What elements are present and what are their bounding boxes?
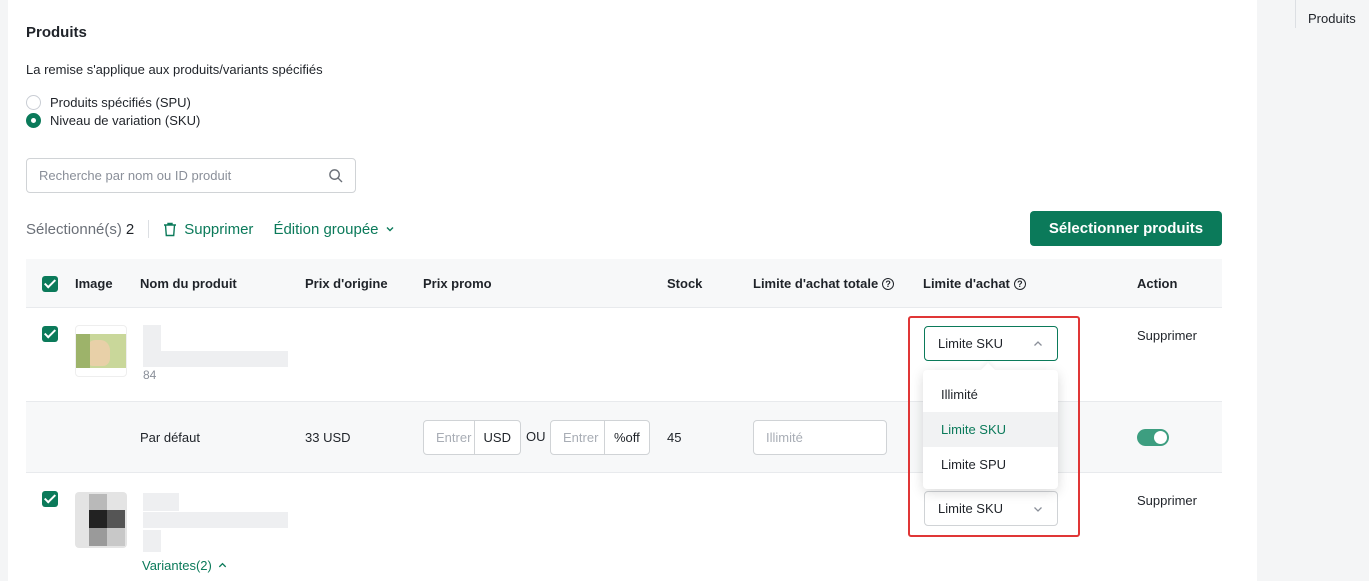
- select-products-button[interactable]: Sélectionner produits: [1030, 211, 1222, 246]
- chevron-up-icon: [218, 562, 227, 568]
- chevron-down-icon: [386, 227, 394, 232]
- radio-spu[interactable]: Produits spécifiés (SPU): [26, 95, 191, 110]
- product-thumbnail: [75, 325, 127, 377]
- table-header: Image Nom du produit Prix d'origine Prix…: [26, 259, 1222, 308]
- col-total-limit: Limite d'achat totale ?: [753, 276, 895, 291]
- col-original-price: Prix d'origine: [305, 276, 388, 291]
- bulk-toolbar: Sélectionné(s) 2 Supprimer Édition group…: [26, 216, 395, 242]
- product-name-redacted: [143, 512, 288, 528]
- radio-spu-label: Produits spécifiés (SPU): [50, 95, 191, 110]
- col-purchase-limit-label: Limite d'achat: [923, 276, 1010, 291]
- col-promo-price: Prix promo: [423, 276, 492, 291]
- or-label: OU: [526, 429, 546, 444]
- search-icon[interactable]: [328, 168, 343, 183]
- trash-icon: [164, 222, 177, 236]
- section-description: La remise s'applique aux produits/varian…: [26, 62, 323, 77]
- discount-placeholder: Entrer: [563, 430, 599, 445]
- highlight-box: [908, 316, 1080, 537]
- row-checkbox[interactable]: [42, 491, 58, 507]
- side-anchor-nav: Produits: [1295, 0, 1369, 28]
- total-limit-input[interactable]: Illimité: [753, 420, 887, 455]
- bulk-edit-label: Édition groupée: [273, 220, 379, 238]
- row-checkbox[interactable]: [42, 326, 58, 342]
- variant-original-price: 33 USD: [305, 430, 351, 445]
- variants-toggle[interactable]: Variantes(2): [142, 558, 228, 573]
- col-name: Nom du produit: [140, 276, 237, 291]
- row-delete-link[interactable]: Supprimer: [1137, 493, 1197, 508]
- selected-label: Sélectionné(s): [26, 220, 122, 238]
- bulk-delete-label: Supprimer: [184, 220, 254, 238]
- variant-enable-toggle[interactable]: [1137, 429, 1169, 446]
- promo-price-placeholder: Entrer: [436, 430, 472, 445]
- col-action: Action: [1137, 276, 1178, 291]
- col-stock: Stock: [667, 276, 703, 291]
- selected-count: 2: [125, 220, 135, 238]
- product-name-redacted: [143, 493, 179, 511]
- col-image: Image: [75, 276, 113, 291]
- percent-off-suffix: %off: [604, 421, 649, 454]
- section-title: Produits: [26, 24, 87, 41]
- radio-circle-checked: [26, 113, 41, 128]
- select-all-checkbox[interactable]: [42, 276, 58, 292]
- product-id-fragment: 84: [143, 368, 157, 382]
- bulk-edit-dropdown[interactable]: Édition groupée: [273, 221, 394, 238]
- radio-sku-label: Niveau de variation (SKU): [50, 113, 201, 128]
- help-icon[interactable]: ?: [882, 277, 895, 290]
- col-purchase-limit: Limite d'achat ?: [923, 276, 1026, 291]
- product-name-redacted: [143, 351, 288, 367]
- variant-stock: 45: [667, 430, 682, 445]
- product-thumbnail: [75, 492, 127, 548]
- row-delete-link[interactable]: Supprimer: [1137, 328, 1197, 343]
- total-limit-placeholder: Illimité: [766, 430, 803, 445]
- bulk-delete-button[interactable]: Supprimer: [163, 221, 253, 238]
- anchor-products[interactable]: Produits: [1308, 11, 1356, 26]
- discount-percent-input[interactable]: Entrer %off: [550, 420, 650, 455]
- product-name-redacted: [143, 530, 161, 552]
- currency-suffix: USD: [473, 421, 520, 454]
- help-icon[interactable]: ?: [1013, 277, 1026, 290]
- toolbar-divider: [148, 220, 150, 238]
- promo-price-input[interactable]: Entrer USD: [423, 420, 521, 455]
- search-input[interactable]: [39, 168, 328, 183]
- variants-label: Variantes(2): [142, 558, 212, 573]
- product-name-redacted: [143, 325, 161, 353]
- product-search[interactable]: [26, 158, 356, 193]
- radio-sku[interactable]: Niveau de variation (SKU): [26, 113, 200, 128]
- col-total-limit-label: Limite d'achat totale: [753, 276, 879, 291]
- radio-circle: [26, 95, 41, 110]
- variant-name: Par défaut: [140, 430, 200, 445]
